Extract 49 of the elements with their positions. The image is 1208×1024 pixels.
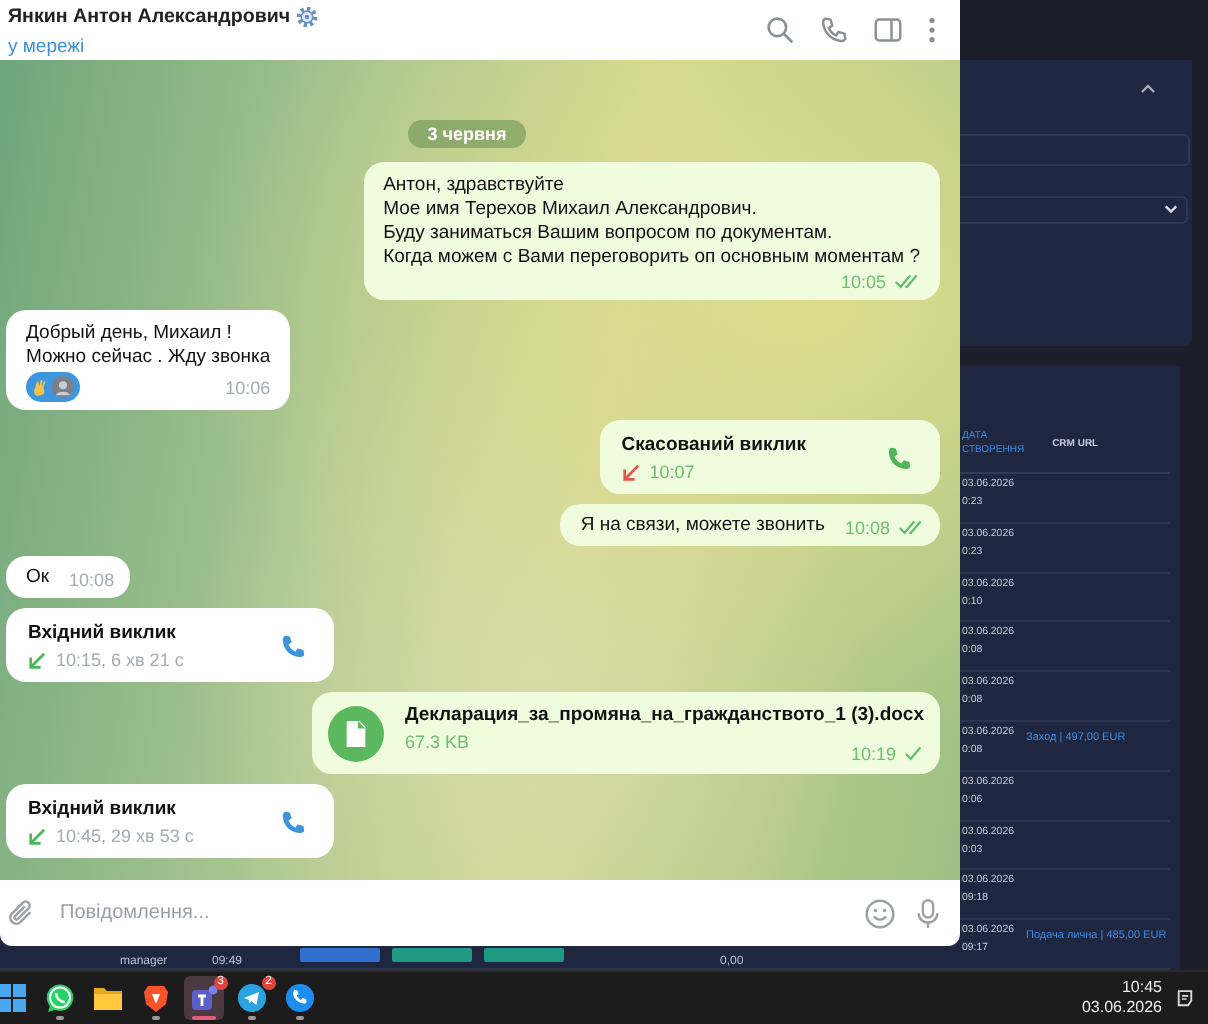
file-size: 67.3 KB xyxy=(404,732,471,752)
gear-icon xyxy=(294,3,321,29)
message-time: 10:19 xyxy=(850,744,896,764)
search-icon[interactable] xyxy=(766,16,794,44)
clock-time: 10:45 xyxy=(1121,978,1162,998)
message-text: Добрый день, Михаил ! Можно сейчас . Жду звонка xyxy=(26,322,271,370)
avatar-icon xyxy=(52,376,74,398)
contact-name: Янкин Антон Александрович xyxy=(8,5,291,27)
hand-icon xyxy=(32,377,48,397)
message-time: 10:08 xyxy=(844,518,890,538)
chat-bubble-icon xyxy=(44,982,76,1014)
message-text: Антон, здравствуйте Мое имя Терехов Михаил Александрович. Буду заниматься Вашим вопросом по документам. Когда можем с Вами переговорить оп основным моментам ? xyxy=(383,174,920,270)
message-time: 10:06 xyxy=(225,377,271,397)
attach-icon[interactable] xyxy=(6,898,36,928)
message-time: 10:08 xyxy=(69,570,115,590)
notification-icon[interactable] xyxy=(1174,987,1196,1009)
message-time: 10:05 xyxy=(840,272,886,292)
date-separator: 3 червня xyxy=(407,120,527,148)
phone-icon[interactable] xyxy=(280,633,306,659)
message-text: Ок xyxy=(26,566,50,590)
lion-shield-icon xyxy=(140,982,172,1014)
file-name[interactable]: Декларация_за_промяна_на_гражданството_1 (3).docx xyxy=(404,704,924,726)
call-title: Вхідний виклик xyxy=(28,622,178,644)
paper-plane-icon xyxy=(236,982,268,1014)
message-text: Я на связи, можете звонить xyxy=(580,514,825,538)
phone-icon[interactable] xyxy=(886,445,912,471)
phone-icon[interactable] xyxy=(820,16,848,44)
emoji-icon[interactable] xyxy=(864,897,896,929)
team-app-icon xyxy=(188,982,220,1014)
document-icon[interactable] xyxy=(328,706,385,762)
windows-logo-icon xyxy=(0,982,28,1014)
call-title: Скасований виклик xyxy=(621,434,806,456)
reaction-badge[interactable] xyxy=(26,372,80,402)
call-detail-text: 10:45, 29 хв 53 с xyxy=(56,826,194,846)
phone-app-icon xyxy=(284,982,316,1014)
call-detail-text: 10:07 xyxy=(649,462,695,482)
phone-icon[interactable] xyxy=(280,809,306,835)
clock-date: 03.06.2026 xyxy=(1081,998,1162,1018)
sidebar-toggle-icon[interactable] xyxy=(874,16,902,44)
microphone-icon[interactable] xyxy=(916,897,940,929)
call-detail-text: 10:15, 6 хв 21 с xyxy=(56,650,184,670)
online-status: у мережі xyxy=(8,35,87,57)
chevron-down-icon xyxy=(1164,204,1178,215)
chevron-up-icon[interactable] xyxy=(1140,83,1156,94)
filter-field[interactable] xyxy=(960,133,1190,166)
call-title: Вхідний виклик xyxy=(28,798,178,820)
more-icon[interactable] xyxy=(928,16,936,44)
message-field[interactable]: Повідомлення... xyxy=(56,900,844,926)
folder-icon xyxy=(92,982,124,1014)
